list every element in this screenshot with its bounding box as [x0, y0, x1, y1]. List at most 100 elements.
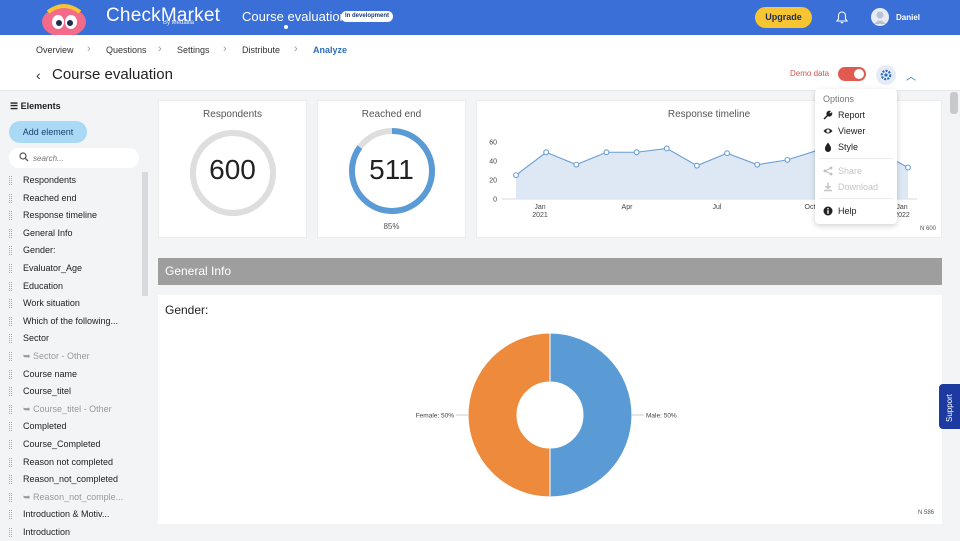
breadcrumb-analyze[interactable]: Analyze	[313, 45, 347, 55]
timeline-point	[543, 149, 550, 156]
sidebar-item[interactable]: Reason not completed	[0, 454, 150, 472]
sidebar-item[interactable]: General Info	[0, 225, 150, 243]
sidebar-item-label: Education	[23, 280, 64, 291]
drag-handle-icon[interactable]	[9, 387, 12, 397]
respondents-card: Respondents 600	[158, 100, 307, 238]
sidebar-item[interactable]: Reason_not_completed	[0, 471, 150, 489]
support-label: Support	[945, 393, 954, 422]
sidebar-item[interactable]: Course_Completed	[0, 436, 150, 454]
drag-handle-icon[interactable]	[9, 439, 12, 449]
drag-handle-icon[interactable]	[9, 422, 12, 432]
drag-handle-icon[interactable]	[9, 263, 12, 273]
sidebar-item[interactable]: Response timeline	[0, 207, 150, 225]
add-element-button[interactable]: Add element	[9, 121, 87, 143]
sidebar-item[interactable]: Gender:	[0, 242, 150, 260]
settings-button[interactable]	[876, 65, 896, 85]
reached-end-value: 511	[369, 154, 414, 185]
back-arrow-icon[interactable]: ‹	[36, 67, 41, 83]
sidebar-subitem[interactable]: ➥ Sector - Other	[0, 348, 150, 366]
pie-label: Female: 50%	[416, 413, 455, 420]
reached-end-card: Reached end 511 85%	[317, 100, 466, 238]
sidebar-item-label: Reason_not_completed	[23, 474, 119, 485]
pie-slice	[467, 332, 551, 498]
drag-handle-icon[interactable]	[9, 510, 12, 520]
drag-handle-icon[interactable]	[9, 334, 12, 344]
menu-item-help[interactable]: Help	[823, 204, 857, 218]
chevron-up-icon[interactable]: ︿	[906, 68, 916, 83]
y-tick-label: 20	[489, 177, 497, 184]
breadcrumb-overview[interactable]: Overview	[36, 45, 74, 55]
sidebar-subitem[interactable]: ➥ Reason_not_comple...	[0, 489, 150, 507]
sidebar-item-label: General Info	[23, 227, 73, 238]
avatar[interactable]	[871, 8, 889, 26]
page-scrollbar[interactable]	[950, 92, 958, 114]
timeline-point	[905, 164, 911, 171]
gender-pie-chart[interactable]: Male: 50% Female: 50%	[158, 295, 942, 524]
drag-handle-icon[interactable]	[9, 193, 12, 203]
sidebar-subitem[interactable]: ➥ Course_titel - Other	[0, 401, 150, 419]
sidebar-item[interactable]: Education	[0, 278, 150, 296]
sidebar-item[interactable]: Evaluator_Age	[0, 260, 150, 278]
upgrade-button[interactable]: Upgrade	[755, 7, 812, 28]
menu-item-viewer[interactable]: Viewer	[823, 124, 865, 138]
options-menu: Options Report Viewer Style Share Downlo…	[815, 89, 897, 224]
menu-item-style[interactable]: Style	[823, 140, 858, 154]
menu-item-label: Style	[838, 142, 859, 152]
sidebar-item-label: Respondents	[23, 175, 77, 185]
status-badge: In development	[341, 11, 394, 22]
breadcrumb-questions[interactable]: Questions	[106, 45, 147, 55]
drag-handle-icon[interactable]	[9, 475, 12, 485]
drag-handle-icon[interactable]	[9, 299, 12, 309]
drag-handle-icon[interactable]	[9, 246, 12, 256]
sidebar-search	[9, 148, 139, 168]
timeline-point	[573, 161, 580, 168]
sidebar-item[interactable]: Introduction	[0, 524, 150, 541]
drag-handle-icon[interactable]	[9, 281, 12, 291]
breadcrumb-settings[interactable]: Settings	[177, 45, 210, 55]
card-title: Reached end	[361, 109, 422, 120]
sidebar-item[interactable]: Course_titel	[0, 383, 150, 401]
card-title: Respondents	[203, 109, 262, 120]
drag-handle-icon[interactable]	[9, 457, 12, 467]
support-tab[interactable]: Support	[939, 384, 960, 429]
drag-handle-icon[interactable]	[9, 228, 12, 238]
survey-title[interactable]: Course evaluation	[242, 9, 347, 24]
drag-handle-icon[interactable]	[9, 404, 12, 414]
sidebar-item[interactable]: Course name	[0, 366, 150, 384]
active-indicator	[284, 25, 288, 29]
breadcrumb-distribute[interactable]: Distribute	[242, 45, 280, 55]
menu-item-report[interactable]: Report	[823, 108, 865, 122]
drag-handle-icon[interactable]	[9, 527, 12, 537]
sidebar-item[interactable]: Reached end	[0, 190, 150, 208]
sidebar-item[interactable]: Work situation	[0, 295, 150, 313]
demo-data-toggle[interactable]	[838, 67, 866, 81]
wrench-icon	[823, 110, 833, 120]
x-tick-label: Apr	[622, 204, 634, 211]
sidebar-item[interactable]: Completed	[0, 418, 150, 436]
user-name[interactable]: Daniel	[896, 13, 920, 22]
timeline-point	[754, 161, 761, 168]
search-input[interactable]	[33, 151, 133, 165]
drag-handle-icon[interactable]	[9, 316, 12, 326]
sidebar-item[interactable]: Introduction & Motiv...	[0, 506, 150, 524]
section-header: General Info	[158, 258, 942, 285]
breadcrumb: Overview › Questions › Settings › Distri…	[0, 35, 960, 91]
sidebar-item[interactable]: Which of the following...	[0, 313, 150, 331]
mascot-logo-icon[interactable]	[38, 2, 90, 35]
menu-item-label: Share	[838, 166, 863, 176]
sidebar-item[interactable]: Respondents	[0, 172, 150, 190]
drag-handle-icon[interactable]	[9, 492, 12, 502]
drag-handle-icon[interactable]	[9, 369, 12, 379]
pie-slice	[549, 332, 633, 498]
bell-icon[interactable]	[836, 11, 848, 24]
sidebar-item-label: Sector	[23, 333, 50, 344]
toggle-knob	[854, 69, 864, 79]
drag-handle-icon[interactable]	[9, 211, 12, 221]
sidebar-item[interactable]: Sector	[0, 330, 150, 348]
sidebar-scrollbar[interactable]	[142, 172, 148, 296]
sidebar-item-label: Work situation	[23, 298, 80, 309]
brand-subtitle: By Medallia	[163, 20, 195, 26]
drag-handle-icon[interactable]	[9, 351, 12, 361]
menu-icon[interactable]: ☰	[10, 101, 21, 111]
drag-handle-icon[interactable]	[9, 176, 12, 185]
